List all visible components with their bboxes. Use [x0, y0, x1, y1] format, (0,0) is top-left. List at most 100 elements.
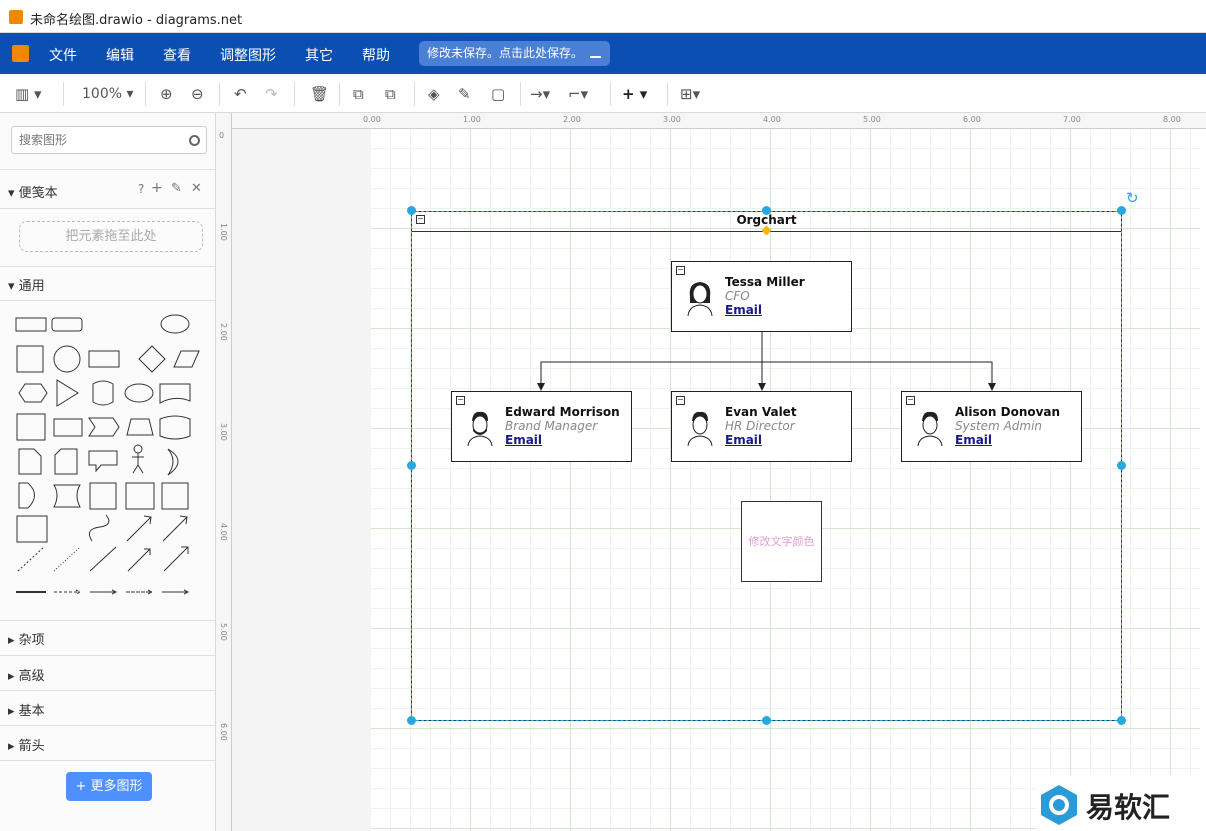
insert-icon[interactable]: + ▾ — [622, 85, 647, 103]
rectangle-shape[interactable] — [15, 317, 47, 332]
menu-arrange[interactable]: 调整图形 — [220, 45, 276, 65]
delay-shape[interactable] — [18, 482, 35, 509]
connector-shape[interactable] — [163, 546, 189, 572]
zoom-select[interactable]: 100% ▾ — [82, 85, 134, 103]
menu-extras[interactable]: 其它 — [305, 45, 333, 65]
resize-handle[interactable] — [762, 206, 771, 215]
resize-handle[interactable] — [407, 716, 416, 725]
menu-help[interactable]: 帮助 — [362, 45, 390, 65]
basic-section-header[interactable]: ▸ 基本 — [8, 700, 45, 719]
zoom-out-icon[interactable]: ⊖ — [191, 85, 204, 103]
scratchpad-header[interactable]: ▾ 便笺本 — [8, 182, 58, 201]
triangle-shape[interactable] — [56, 379, 79, 407]
connection-icon[interactable]: →▾ — [530, 85, 550, 103]
actor-shape[interactable] — [132, 444, 144, 474]
process-shape[interactable] — [88, 350, 120, 368]
resize-handle[interactable] — [1117, 461, 1126, 470]
relation-shape[interactable] — [126, 589, 154, 595]
rounded-rectangle-shape[interactable] — [51, 317, 83, 332]
ellipse-shape[interactable] — [160, 314, 190, 334]
trapezoid-shape[interactable] — [126, 418, 154, 436]
ruler-tick: 0.00 — [363, 115, 381, 124]
cube-shape[interactable] — [53, 418, 83, 437]
to-front-icon[interactable]: ⧉ — [353, 85, 364, 103]
swimlane-shape[interactable] — [161, 482, 189, 510]
step-shape[interactable] — [88, 417, 120, 437]
divider — [0, 620, 215, 621]
canvas-background — [232, 129, 371, 831]
arrows-section-header[interactable]: ▸ 箭头 — [8, 735, 45, 754]
parallelogram-shape[interactable] — [173, 350, 200, 368]
directional-line-shape[interactable] — [127, 548, 151, 572]
line-color-icon[interactable]: ✎ — [458, 85, 471, 103]
general-header[interactable]: ▾ 通用 — [8, 275, 45, 294]
window-shape[interactable] — [125, 482, 155, 510]
add-icon[interactable]: + — [151, 180, 163, 196]
curve-shape[interactable] — [88, 514, 110, 542]
note-shape[interactable] — [18, 448, 42, 475]
separator — [145, 82, 146, 106]
document-shape[interactable] — [159, 383, 191, 404]
flow-link-shape[interactable] — [90, 589, 118, 595]
card-shape[interactable] — [54, 448, 78, 475]
ruler-tick: 1.00 — [219, 223, 228, 241]
watermark-logo-icon — [1041, 785, 1077, 825]
resize-handle[interactable] — [1117, 206, 1126, 215]
redo-icon[interactable]: ↷ — [265, 85, 278, 103]
waypoints-icon[interactable]: ⌐▾ — [568, 85, 588, 103]
table-icon[interactable]: ⊞▾ — [680, 85, 700, 103]
menu-edit[interactable]: 编辑 — [106, 45, 134, 65]
dotted-line-shape[interactable] — [53, 546, 81, 572]
ruler-tick: 5.00 — [863, 115, 881, 124]
link-shape[interactable] — [54, 589, 82, 595]
close-icon[interactable]: ✕ — [191, 181, 202, 196]
help-icon[interactable]: ? — [138, 182, 144, 196]
diamond-shape[interactable] — [138, 345, 166, 373]
search-icon[interactable] — [189, 135, 200, 146]
edit-icon[interactable]: ✎ — [171, 181, 182, 196]
internal-storage-shape[interactable] — [16, 413, 46, 441]
resize-handle[interactable] — [407, 206, 416, 215]
list-shape[interactable] — [16, 515, 48, 543]
search-input[interactable] — [11, 126, 207, 154]
dashed-line-shape[interactable] — [17, 546, 45, 572]
hexagon-shape[interactable] — [18, 383, 48, 403]
divider — [0, 169, 215, 170]
or-shape[interactable] — [167, 448, 179, 476]
tape-shape[interactable] — [159, 415, 191, 440]
scratchpad-drop-zone[interactable]: 把元素拖至此处 — [19, 221, 203, 252]
view-panels-icon[interactable]: ▥ ▾ — [15, 85, 41, 103]
zoom-in-icon[interactable]: ⊕ — [160, 85, 173, 103]
save-notice-button[interactable]: 修改未保存。点击此处保存。 — [419, 41, 610, 66]
to-back-icon[interactable]: ⧉ — [385, 85, 396, 103]
container-shape[interactable] — [89, 482, 117, 510]
more-shapes-button[interactable]: + 更多图形 — [66, 772, 152, 801]
arrow-shape[interactable] — [162, 515, 188, 542]
delete-icon[interactable]: 🗑 — [310, 85, 329, 103]
undo-icon[interactable]: ↶ — [234, 85, 247, 103]
circle-shape[interactable] — [53, 345, 81, 373]
shadow-icon[interactable]: ▢ — [491, 85, 505, 103]
resize-handle[interactable] — [407, 461, 416, 470]
cloud-shape[interactable] — [124, 383, 154, 403]
stored-data-shape[interactable] — [53, 484, 81, 508]
callout-shape[interactable] — [88, 450, 118, 473]
drawio-logo-icon — [9, 10, 23, 24]
rotate-icon[interactable]: ↻ — [1126, 189, 1139, 207]
menu-file[interactable]: 文件 — [49, 45, 77, 65]
bidirectional-arrow-shape[interactable] — [126, 515, 152, 542]
square-shape[interactable] — [16, 345, 44, 373]
cylinder-shape[interactable] — [92, 380, 114, 406]
resize-handle[interactable] — [762, 716, 771, 725]
diagram-canvas[interactable]: − Orgchart − Tessa Miller CFO Email − Ed… — [371, 129, 1200, 831]
separator — [520, 82, 521, 106]
advanced-section-header[interactable]: ▸ 高级 — [8, 665, 45, 684]
association-shape[interactable] — [162, 589, 190, 595]
menu-view[interactable]: 查看 — [163, 45, 191, 65]
misc-section-header[interactable]: ▸ 杂项 — [8, 629, 45, 648]
resize-handle[interactable] — [1117, 716, 1126, 725]
zoom-value: 100% — [82, 86, 123, 102]
download-icon — [590, 47, 601, 58]
line-shape[interactable] — [89, 546, 117, 572]
fill-color-icon[interactable]: ◈ — [428, 85, 440, 103]
